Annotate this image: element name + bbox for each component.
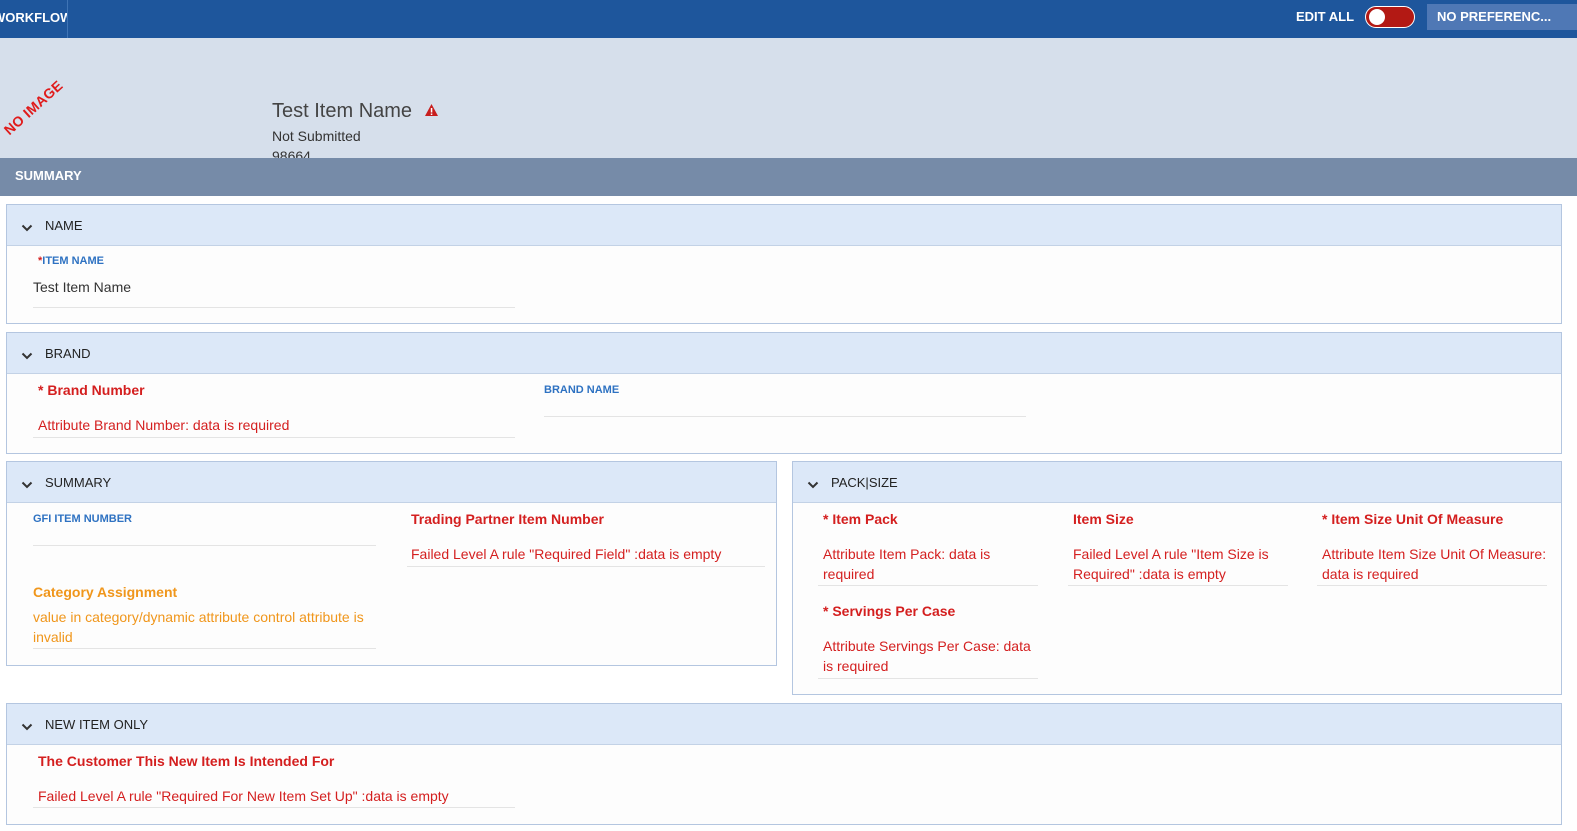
- item-pack-underline[interactable]: [818, 585, 1038, 586]
- required-star: *: [1322, 511, 1332, 527]
- chevron-down-icon[interactable]: [21, 347, 33, 365]
- item-title: Test Item Name: [272, 100, 439, 123]
- item-size-label: Item Size: [1073, 511, 1134, 527]
- category-assignment-label: Category Assignment: [33, 584, 178, 600]
- item-pack-error: Attribute Item Pack: data is required: [823, 546, 991, 582]
- warning-triangle-icon[interactable]: [424, 100, 439, 123]
- chevron-down-icon[interactable]: [21, 476, 33, 494]
- item-size-error: Failed Level A rule "Item Size is Requir…: [1073, 546, 1269, 582]
- chevron-down-icon[interactable]: [21, 219, 33, 237]
- workflow-tab-label: WORKFLOW: [0, 10, 67, 25]
- pack-size-panel-header[interactable]: PACK|SIZE: [793, 462, 1561, 503]
- required-star: *: [38, 382, 48, 398]
- toggle-knob: [1369, 9, 1385, 25]
- new-item-only-panel: NEW ITEM ONLY The Customer This New Item…: [6, 703, 1562, 825]
- item-status: Not Submitted: [272, 128, 361, 144]
- new-item-only-panel-title: NEW ITEM ONLY: [45, 717, 149, 732]
- edit-all-toggle[interactable]: [1365, 6, 1415, 28]
- servings-per-case-label: * Servings Per Case: [823, 603, 955, 619]
- name-panel-header[interactable]: NAME: [7, 205, 1561, 246]
- summary-panel-header[interactable]: SUMMARY: [7, 462, 776, 503]
- item-name-label: *ITEM NAME: [38, 255, 104, 267]
- brand-panel: BRAND * Brand Number Attribute Brand Num…: [6, 332, 1562, 454]
- item-size-uom-underline[interactable]: [1317, 585, 1547, 586]
- trading-partner-item-number-error: Failed Level A rule "Required Field" :da…: [411, 546, 722, 562]
- servings-per-case-error: Attribute Servings Per Case: data is req…: [823, 638, 1031, 674]
- edit-all-label: EDIT ALL: [1296, 9, 1355, 24]
- brand-number-underline[interactable]: [33, 437, 515, 438]
- servings-per-case-underline[interactable]: [818, 678, 1038, 679]
- summary-bar: SUMMARY: [0, 158, 1577, 196]
- workflow-tab[interactable]: WORKFLOW: [0, 0, 68, 38]
- summary-bar-label: SUMMARY: [15, 168, 82, 183]
- item-pack-label-text: Item Pack: [832, 511, 898, 527]
- no-image-placeholder: NO IMAGE: [0, 77, 66, 138]
- brand-panel-title: BRAND: [45, 346, 91, 361]
- required-star: *: [823, 603, 833, 619]
- intended-customer-underline[interactable]: [33, 807, 515, 808]
- intended-customer-label: The Customer This New Item Is Intended F…: [38, 753, 335, 769]
- intended-customer-error: Failed Level A rule "Required For New It…: [38, 788, 449, 804]
- required-star: *: [823, 511, 833, 527]
- gfi-item-number-underline: [33, 545, 376, 546]
- top-bar: WORKFLOW EDIT ALL NO PREFERENC...: [0, 0, 1577, 38]
- gfi-item-number-label: GFI ITEM NUMBER: [33, 513, 132, 525]
- item-name-label-text: ITEM NAME: [42, 255, 105, 267]
- category-assignment-warning: value in category/dynamic attribute cont…: [33, 609, 364, 645]
- pack-size-panel: PACK|SIZE * Item Pack Attribute Item Pac…: [792, 461, 1562, 695]
- summary-panel-title: SUMMARY: [45, 475, 112, 490]
- preference-dropdown[interactable]: NO PREFERENC...: [1427, 4, 1577, 30]
- brand-name-underline: [544, 416, 1026, 417]
- new-item-only-panel-header[interactable]: NEW ITEM ONLY: [7, 704, 1561, 745]
- item-header: NO IMAGE Test Item Name Not Submitted 98…: [0, 38, 1577, 164]
- servings-per-case-label-text: Servings Per Case: [832, 603, 956, 619]
- item-size-uom-error: Attribute Item Size Unit Of Measure: dat…: [1322, 546, 1547, 582]
- chevron-down-icon[interactable]: [21, 718, 33, 736]
- item-size-uom-label-text: Item Size Unit Of Measure: [1331, 511, 1504, 527]
- name-panel: NAME *ITEM NAME Test Item Name: [6, 204, 1562, 324]
- chevron-down-icon[interactable]: [807, 476, 819, 494]
- brand-name-label: BRAND NAME: [544, 384, 620, 396]
- summary-panel: SUMMARY GFI ITEM NUMBER Trading Partner …: [6, 461, 777, 666]
- item-pack-label: * Item Pack: [823, 511, 898, 527]
- name-panel-title: NAME: [45, 218, 83, 233]
- brand-number-error: Attribute Brand Number: data is required: [38, 417, 290, 433]
- pack-size-panel-title: PACK|SIZE: [831, 475, 898, 490]
- brand-number-label: * Brand Number: [38, 382, 145, 398]
- brand-number-label-text: Brand Number: [47, 382, 145, 398]
- item-name-value[interactable]: Test Item Name: [33, 279, 131, 295]
- trading-partner-underline[interactable]: [407, 566, 765, 567]
- item-name-underline: [33, 307, 515, 308]
- trading-partner-item-number-label: Trading Partner Item Number: [411, 511, 604, 527]
- brand-panel-header[interactable]: BRAND: [7, 333, 1561, 374]
- item-title-text: Test Item Name: [272, 100, 413, 122]
- item-size-uom-label: * Item Size Unit Of Measure: [1322, 511, 1503, 527]
- item-size-underline[interactable]: [1068, 585, 1288, 586]
- category-assignment-underline[interactable]: [33, 648, 376, 649]
